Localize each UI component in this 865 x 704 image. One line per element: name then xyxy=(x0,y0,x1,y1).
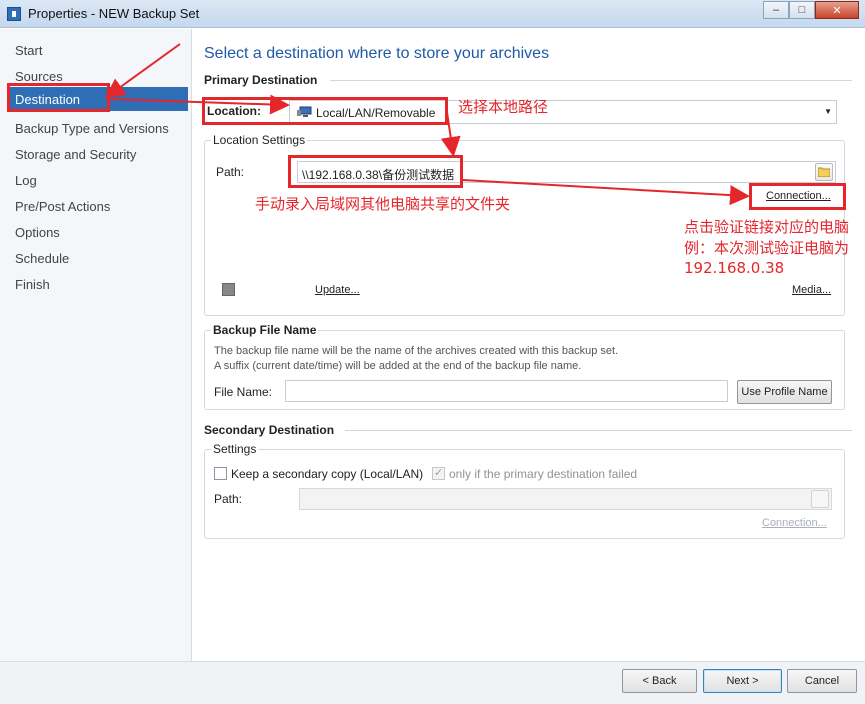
cancel-button[interactable]: Cancel xyxy=(787,669,857,693)
secondary-path-input[interactable] xyxy=(299,488,832,510)
backup-file-title: Backup File Name xyxy=(211,323,319,337)
annotation-box-path xyxy=(288,155,463,188)
title-bar: Properties - NEW Backup Set – □ ✕ xyxy=(0,0,865,28)
sidebar-item-backup-type[interactable]: Backup Type and Versions xyxy=(8,116,188,140)
annotation-text-select-local: 选择本地路径 xyxy=(458,98,549,116)
back-button[interactable]: < Back xyxy=(622,669,697,693)
sidebar-item-pre-post-actions[interactable]: Pre/Post Actions xyxy=(8,194,188,218)
annotation-box-location xyxy=(202,97,448,125)
folder-icon xyxy=(818,167,830,177)
maximize-button[interactable]: □ xyxy=(789,1,815,19)
sidebar-item-storage-security[interactable]: Storage and Security xyxy=(8,142,188,166)
backup-file-desc-1: The backup file name will be the name of… xyxy=(214,345,619,357)
path-label: Path: xyxy=(216,165,245,179)
sidebar-item-schedule[interactable]: Schedule xyxy=(8,246,188,270)
use-profile-name-button[interactable]: Use Profile Name xyxy=(737,380,832,404)
secondary-path-label: Path: xyxy=(214,492,243,506)
close-button[interactable]: ✕ xyxy=(815,1,859,19)
sidebar-item-finish[interactable]: Finish xyxy=(8,272,188,296)
window-controls: – □ ✕ xyxy=(763,1,859,19)
primary-divider xyxy=(330,80,852,81)
sidebar-item-log[interactable]: Log xyxy=(8,168,188,192)
file-name-label: File Name: xyxy=(214,385,273,399)
backup-file-desc-2: A suffix (current date/time) will be add… xyxy=(214,360,582,372)
secondary-destination-title: Secondary Destination xyxy=(204,423,335,437)
sidebar-item-start[interactable]: Start xyxy=(8,38,188,62)
keep-secondary-label: Keep a secondary copy (Local/LAN) xyxy=(231,467,424,481)
chevron-down-icon: ▼ xyxy=(824,107,832,116)
next-button[interactable]: Next > xyxy=(703,669,782,693)
annotation-text-verify-1: 点击验证链接对应的电脑 xyxy=(684,218,850,236)
annotation-text-verify-3: 192.168.0.38 xyxy=(684,259,785,277)
secondary-connection-link[interactable]: Connection... xyxy=(762,517,827,529)
only-if-failed-checkbox[interactable] xyxy=(432,466,445,480)
secondary-divider xyxy=(345,430,852,431)
window-title: Properties - NEW Backup Set xyxy=(28,6,200,21)
primary-destination-title: Primary Destination xyxy=(204,73,318,87)
only-if-failed-label: only if the primary destination failed xyxy=(449,467,638,481)
location-settings-title: Location Settings xyxy=(211,133,308,147)
footer-bar: < Back Next > Cancel xyxy=(0,661,865,704)
sidebar: Start Sources Destination Backup Type an… xyxy=(0,29,192,661)
secondary-settings-title: Settings xyxy=(211,442,259,456)
app-icon xyxy=(7,7,21,21)
keep-secondary-checkbox[interactable] xyxy=(214,467,227,480)
annotation-text-manual-input: 手动录入局域网其他电脑共享的文件夹 xyxy=(255,195,511,213)
status-indicator xyxy=(222,283,235,296)
secondary-settings-group: Settings Keep a secondary copy (Local/LA… xyxy=(204,442,845,539)
backup-file-group: Backup File Name The backup file name wi… xyxy=(204,323,845,410)
page-heading: Select a destination where to store your… xyxy=(204,45,550,62)
update-link[interactable]: Update... xyxy=(315,284,360,296)
media-link[interactable]: Media... xyxy=(792,284,831,296)
annotation-text-verify-2: 例：本次测试验证电脑为 xyxy=(684,239,850,257)
minimize-button[interactable]: – xyxy=(763,1,789,19)
secondary-browse-button[interactable] xyxy=(811,490,829,508)
sidebar-item-options[interactable]: Options xyxy=(8,220,188,244)
file-name-input[interactable] xyxy=(285,380,728,402)
browse-folder-button[interactable] xyxy=(815,163,833,181)
annotation-box-connection xyxy=(749,183,846,210)
annotation-box-destination xyxy=(7,83,110,112)
